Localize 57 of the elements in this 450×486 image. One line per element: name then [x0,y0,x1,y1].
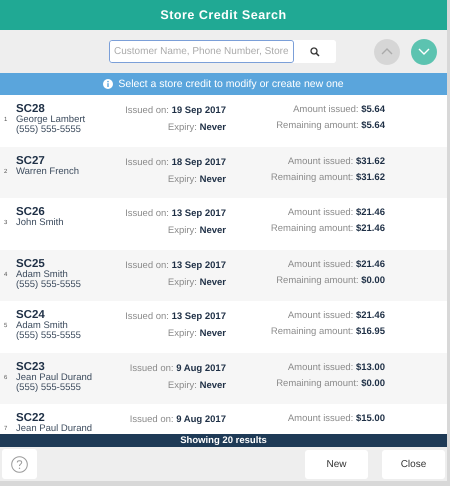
window-title: Store Credit Search [0,0,447,30]
phone-number: (555) 555-5555 [16,280,81,290]
amount-issued: Amount issued: $21.46 [288,310,385,321]
results-count: Showing 20 results [0,434,447,447]
chevron-up-icon [381,48,393,55]
customer-name: Adam Smith [16,270,68,280]
amount-issued: Amount issued: $5.64 [293,104,385,115]
amount-issued: Amount issued: $21.46 [288,258,385,270]
expiry-date: Expiry: Never [168,276,226,288]
remaining-amount: Remaining amount: $0.00 [276,378,385,388]
scroll-down-button[interactable] [411,38,437,64]
remaining-amount: Remaining amount: $5.64 [276,120,385,131]
phone-number: (555) 555-5555 [16,382,81,392]
expiry-date: Expiry: Never [168,328,226,339]
chevron-down-icon [418,48,430,55]
issued-date: Issued on: 13 Sep 2017 [125,311,226,322]
credit-code: SC24 [16,309,45,321]
phone-number: (555) 555-5555 [16,331,81,341]
remaining-amount: Remaining amount: $0.00 [276,274,385,286]
expiry-date: Expiry: Never [168,380,226,390]
amount-issued: Amount issued: $31.62 [288,156,385,166]
expiry-date: Expiry: Never [168,225,226,236]
credit-code: SC26 [16,206,45,218]
amount-issued: Amount issued: $15.00 [288,413,385,424]
issued-date: Issued on: 9 Aug 2017 [130,414,226,425]
customer-name: Warren French [16,166,79,176]
expiry-date: Expiry: Never [168,122,226,133]
phone-number: (555) 555-5555 [16,125,81,135]
amount-issued: Amount issued: $21.46 [288,207,385,218]
remaining-amount: Remaining amount: $31.62 [270,172,385,182]
search-icon [310,46,320,56]
new-button[interactable]: New [305,450,368,478]
help-icon [11,456,28,472]
credit-code: SC28 [16,103,45,115]
customer-name: George Lambert [16,115,86,125]
credit-code: SC23 [16,360,45,372]
customer-name: Jean Paul Durand [16,372,92,382]
customer-name: John Smith [16,218,64,228]
issued-date: Issued on: 18 Sep 2017 [125,156,226,168]
help-button[interactable] [2,449,37,479]
close-button[interactable]: Close [382,450,445,478]
credit-code: SC22 [16,412,45,424]
expiry-date: Expiry: Never [168,174,226,184]
info-icon [103,79,114,89]
credit-code: SC27 [16,154,45,166]
credit-code: SC25 [16,258,45,270]
issued-date: Issued on: 13 Sep 2017 [125,208,226,219]
customer-name: Jean Paul Durand [16,424,92,434]
issued-date: Issued on: 19 Sep 2017 [125,105,226,116]
remaining-amount: Remaining amount: $21.46 [270,223,385,234]
issued-date: Issued on: 13 Sep 2017 [125,260,226,270]
amount-issued: Amount issued: $13.00 [288,362,385,372]
remaining-amount: Remaining amount: $16.95 [270,326,385,337]
info-message: Select a store credit to modify or create new one [118,78,344,90]
customer-name: Adam Smith [16,321,68,331]
issued-date: Issued on: 9 Aug 2017 [130,362,226,374]
search-field[interactable]: Customer Name, Phone Number, Store [109,40,294,63]
